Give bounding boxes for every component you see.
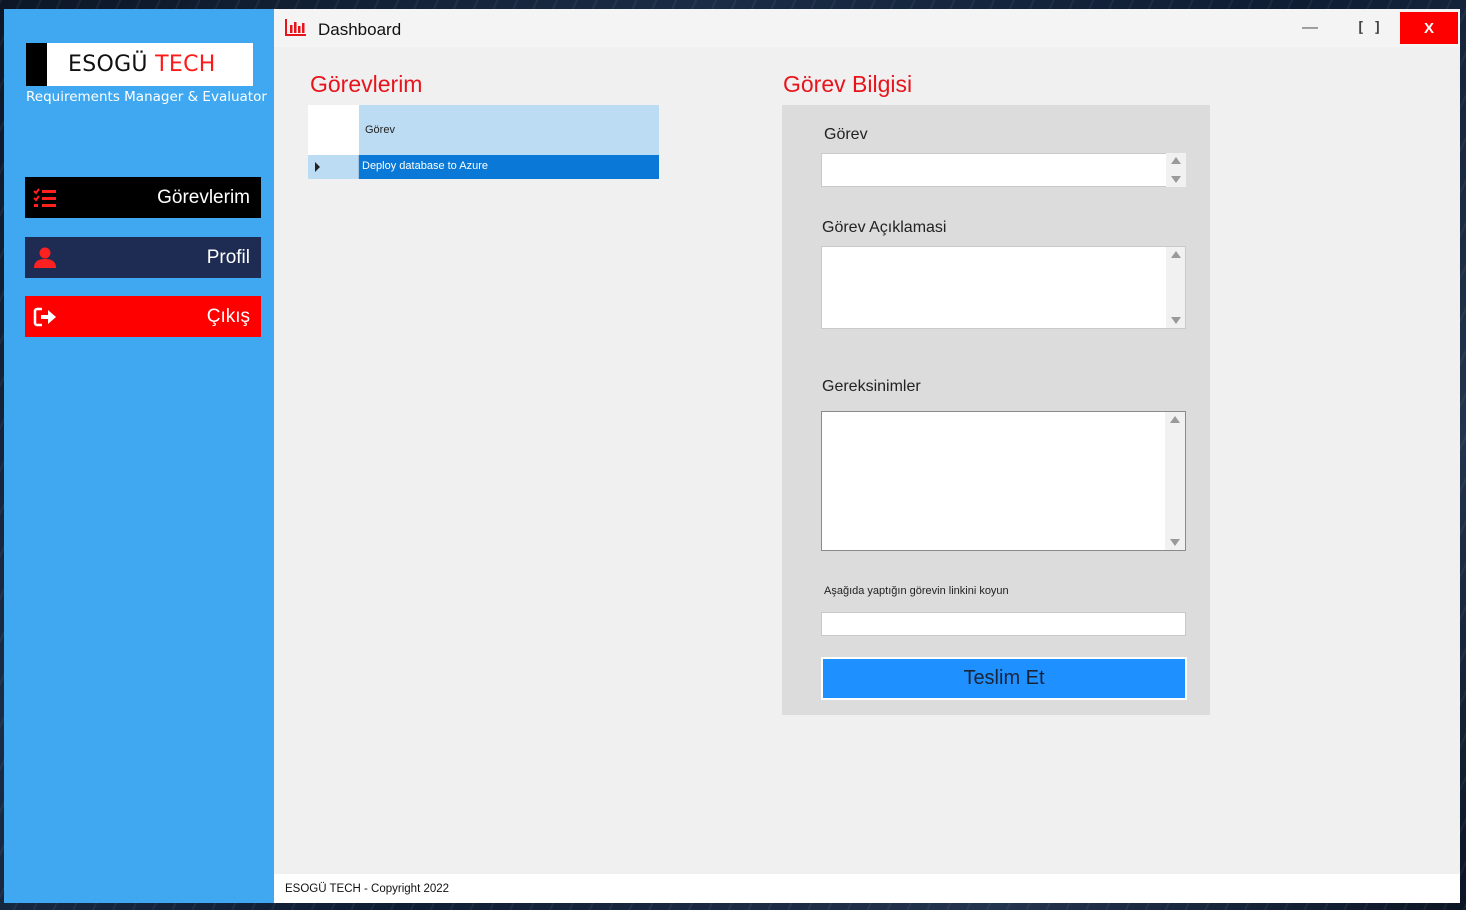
task-label: Görev [824,126,868,143]
submit-button[interactable]: Teslim Et [821,657,1187,700]
requirements-field[interactable] [821,411,1186,551]
logo-bar [26,43,47,86]
sidebar-item-label: Çıkış [206,305,250,327]
logo-text: ESOGÜ TECH [68,52,216,77]
sidebar-item-label: Profil [206,246,250,268]
scroll-up-icon[interactable] [1171,157,1181,164]
scroll-down-icon[interactable] [1171,317,1181,324]
minimize-button[interactable]: — [1281,12,1339,44]
logo-accent: TECH [155,52,216,77]
sign-out-icon [33,307,57,327]
grid-corner [308,105,359,155]
task-info-title: Görev Bilgisi [783,71,913,97]
title-bar: Dashboard — [ ] X [274,9,1460,47]
logo-main: ESOGÜ [68,52,148,77]
close-button[interactable]: X [1400,12,1458,44]
table-row[interactable]: Deploy database to Azure [308,155,659,179]
task-field[interactable] [821,153,1186,187]
grid-header: Görev [308,105,659,155]
sidebar-item-logout[interactable]: Çıkış [25,296,261,337]
copyright-text: ESOGÜ TECH - Copyright 2022 [285,883,450,895]
requirements-scrollbar[interactable] [1165,412,1185,550]
link-label: Aşağıda yaptığın görevin linkini koyun [824,585,1009,597]
app-tagline: Requirements Manager & Evaluator [26,89,267,105]
tasks-list-icon [33,187,57,208]
table-cell-task[interactable]: Deploy database to Azure [362,160,488,172]
link-field[interactable] [821,612,1186,636]
scroll-up-icon[interactable] [1170,416,1180,423]
sidebar: ESOGÜ TECH Requirements Manager & Evalua… [4,9,274,903]
scroll-down-icon[interactable] [1170,539,1180,546]
chart-icon [285,18,307,41]
description-label: Görev Açıklamasi [822,219,947,236]
sidebar-item-tasks[interactable]: Görevlerim [25,177,261,218]
task-field-scrollbar[interactable] [1166,153,1186,187]
row-header[interactable] [308,155,359,179]
footer: ESOGÜ TECH - Copyright 2022 [274,874,1460,903]
scroll-up-icon[interactable] [1171,251,1181,258]
logo: ESOGÜ TECH [26,43,253,86]
description-scrollbar[interactable] [1166,247,1185,328]
sidebar-item-profile[interactable]: Profil [25,237,261,278]
sidebar-item-label: Görevlerim [157,186,250,208]
description-field[interactable] [821,246,1186,329]
requirements-label: Gereksinimler [822,378,921,395]
scroll-down-icon[interactable] [1171,176,1181,183]
tasks-grid: Görev Deploy database to Azure [308,105,659,180]
task-info-panel: Görev Görev Açıklamasi Gereksinimler Aşa… [782,105,1210,715]
tasks-title: Görevlerim [310,71,423,97]
maximize-button[interactable]: [ ] [1340,12,1398,44]
user-icon [33,247,57,269]
main-window: Dashboard — [ ] X Görevlerim Görev Bilgi… [274,9,1460,903]
column-header-task[interactable]: Görev [365,124,395,136]
current-row-arrow-icon [315,162,320,172]
window-title: Dashboard [318,20,402,39]
